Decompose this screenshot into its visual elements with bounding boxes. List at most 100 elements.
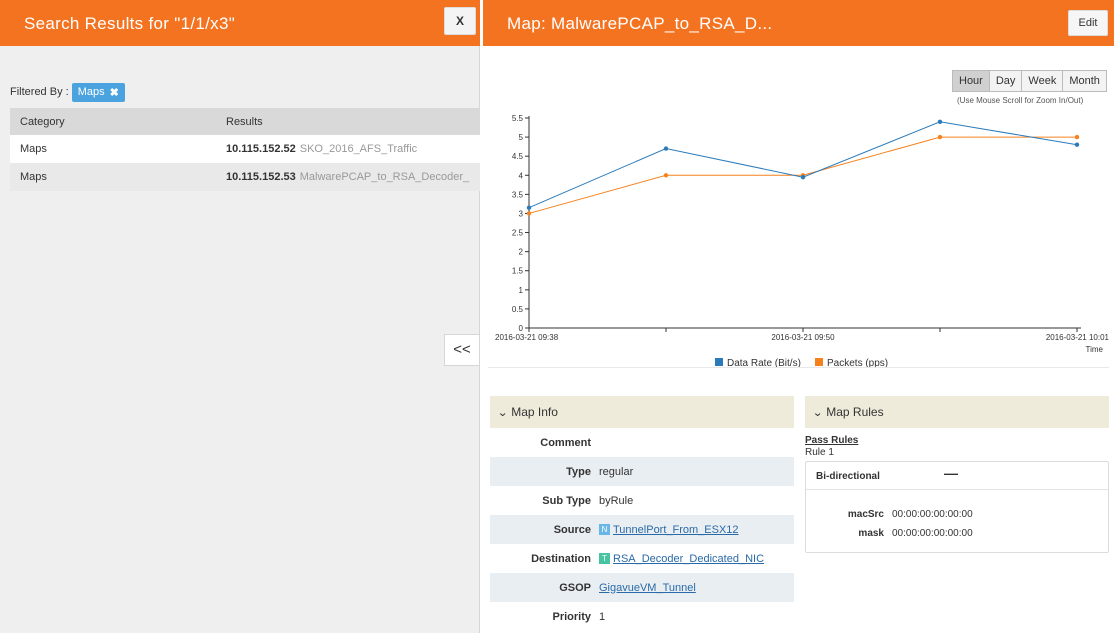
x-tick-label: 2016-03-21 09:50 bbox=[771, 333, 835, 342]
edit-button[interactable]: Edit bbox=[1068, 10, 1108, 36]
info-row-destination: Destination T RSA_Decoder_Dedicated_NIC bbox=[490, 544, 794, 573]
rule-name: Rule 1 bbox=[805, 447, 834, 458]
tool-port-icon: T bbox=[599, 553, 610, 565]
zoom-hint: (Use Mouse Scroll for Zoom In/Out) bbox=[957, 96, 1084, 105]
range-hour-button[interactable]: Hour bbox=[952, 70, 990, 92]
data-point bbox=[1074, 134, 1080, 140]
x-tick-label: 2016-03-21 09:38 bbox=[495, 333, 559, 342]
chart-divider bbox=[488, 367, 1109, 368]
y-tick-label: 3.5 bbox=[512, 190, 524, 199]
search-results-panel: Search Results for "1/1/x3" X Filtered B… bbox=[0, 0, 480, 633]
x-axis-label: Time bbox=[1086, 345, 1104, 354]
map-title: Map: MalwarePCAP_to_RSA_D... bbox=[507, 14, 773, 33]
direction-row: Bi-directional — bbox=[806, 462, 1108, 490]
result-map-name: MalwarePCAP_to_RSA_Decoder_ bbox=[299, 171, 470, 183]
direction-label: Bi-directional bbox=[816, 471, 880, 482]
map-info-header[interactable]: ⌄ Map Info bbox=[490, 396, 794, 428]
gsop-link[interactable]: GigavueVM_Tunnel bbox=[599, 582, 696, 594]
row-result[interactable]: 10.115.152.53 MalwarePCAP_to_RSA_Decoder_ bbox=[226, 171, 480, 183]
info-row-source: Source N TunnelPort_From_ESX12 bbox=[490, 515, 794, 544]
info-value: N TunnelPort_From_ESX12 bbox=[599, 524, 739, 536]
rule-field-value: 00:00:00:00:00:00 bbox=[892, 528, 973, 539]
destination-link[interactable]: RSA_Decoder_Dedicated_NIC bbox=[613, 553, 764, 565]
data-point bbox=[937, 119, 943, 125]
map-details-panel: Map: MalwarePCAP_to_RSA_D... Edit Hour D… bbox=[483, 0, 1114, 633]
info-label: Priority bbox=[552, 610, 591, 623]
row-category: Maps bbox=[20, 143, 47, 155]
info-value: T RSA_Decoder_Dedicated_NIC bbox=[599, 553, 764, 565]
chevron-down-icon: ⌄ bbox=[497, 406, 509, 419]
info-row-type: Type regular bbox=[490, 457, 794, 486]
info-row-gsop: GSOP GigavueVM_Tunnel bbox=[490, 573, 794, 602]
rule-field-key: mask bbox=[858, 528, 884, 539]
traffic-chart[interactable]: 0 0.5 1 1.5 2 2.5 3 3.5 4 4.5 5 5.5 2016-03-21 09:38… bbox=[483, 110, 1114, 372]
info-value: 1 bbox=[599, 610, 606, 623]
filter-label: Filtered By : bbox=[10, 86, 69, 98]
data-point bbox=[1074, 142, 1080, 147]
row-category: Maps bbox=[20, 171, 47, 183]
data-point bbox=[800, 174, 806, 180]
map-rules-title: Map Rules bbox=[826, 405, 884, 419]
rule-field-macsrc: macSrc 00:00:00:00:00:00 bbox=[806, 509, 973, 520]
x-tick-label: 2016-03-21 10:01 bbox=[1046, 333, 1110, 342]
remove-filter-icon[interactable]: ✖ bbox=[110, 86, 119, 99]
map-info-panel: ⌄ Map Info Comment Type regular Sub Type… bbox=[490, 396, 794, 631]
legend-swatch bbox=[715, 358, 723, 366]
row-result[interactable]: 10.115.152.52 SKO_2016_AFS_Traffic bbox=[226, 143, 480, 155]
search-results-header: Search Results for "1/1/x3" X bbox=[0, 0, 480, 46]
info-row-subtype: Sub Type byRule bbox=[490, 486, 794, 515]
range-week-button[interactable]: Week bbox=[1021, 70, 1064, 92]
rule-field-value: 00:00:00:00:00:00 bbox=[892, 509, 973, 520]
column-header-category[interactable]: Category bbox=[10, 116, 226, 128]
series-line-0 bbox=[528, 121, 1078, 209]
search-results-title: Search Results for "1/1/x3" bbox=[24, 14, 236, 33]
map-rules-panel: ⌄ Map Rules Pass Rules Rule 1 Bi-directi… bbox=[805, 396, 1109, 553]
result-ip: 10.115.152.52 bbox=[226, 143, 296, 155]
data-point bbox=[663, 173, 669, 178]
chevron-down-icon: ⌄ bbox=[812, 406, 824, 419]
y-tick-label: 2.5 bbox=[512, 229, 524, 238]
y-tick-label: 4 bbox=[519, 171, 524, 180]
rule-field-key: macSrc bbox=[847, 509, 884, 520]
info-value: byRule bbox=[599, 494, 634, 507]
filter-tag-label: Maps bbox=[77, 86, 105, 98]
info-label: Destination bbox=[531, 552, 591, 565]
results-table: Category Results Maps 10.115.152.52 SKO_2… bbox=[10, 108, 480, 191]
info-label: Comment bbox=[540, 436, 591, 449]
rule-field-mask: mask 00:00:00:00:00:00 bbox=[806, 528, 973, 539]
legend-swatch bbox=[815, 358, 823, 366]
info-value: GigavueVM_Tunnel bbox=[599, 582, 696, 594]
info-label: GSOP bbox=[559, 581, 591, 594]
data-point bbox=[526, 211, 532, 216]
y-tick-label: 5.5 bbox=[512, 114, 524, 123]
y-tick-label: 2 bbox=[519, 248, 524, 257]
column-header-results[interactable]: Results bbox=[226, 116, 480, 128]
filter-tag-maps[interactable]: Maps ✖ bbox=[71, 82, 125, 102]
y-tick-label: 0 bbox=[519, 324, 524, 333]
y-tick-label: 5 bbox=[519, 133, 524, 142]
info-label: Source bbox=[553, 523, 591, 536]
map-rules-header[interactable]: ⌄ Map Rules bbox=[805, 396, 1109, 428]
network-port-icon: N bbox=[599, 524, 610, 536]
collapse-panel-button[interactable]: << bbox=[444, 334, 480, 366]
pass-rules-heading: Pass Rules bbox=[805, 435, 859, 446]
range-month-button[interactable]: Month bbox=[1062, 70, 1107, 92]
close-button[interactable]: X bbox=[444, 7, 476, 35]
info-row-comment: Comment bbox=[490, 428, 794, 457]
result-map-name: SKO_2016_AFS_Traffic bbox=[299, 143, 418, 155]
y-tick-label: 1 bbox=[519, 286, 524, 295]
info-label: Type bbox=[566, 465, 591, 478]
result-ip: 10.115.152.53 bbox=[226, 171, 296, 183]
rule-box: Bi-directional — macSrc 00:00:00:00:00:00… bbox=[805, 461, 1109, 553]
data-point bbox=[526, 205, 532, 210]
info-value: regular bbox=[599, 465, 634, 478]
y-tick-label: 4.5 bbox=[512, 152, 524, 161]
source-link[interactable]: TunnelPort_From_ESX12 bbox=[613, 524, 739, 536]
info-label: Sub Type bbox=[542, 494, 591, 507]
range-day-button[interactable]: Day bbox=[988, 70, 1023, 92]
direction-value: — bbox=[944, 465, 958, 481]
data-point bbox=[663, 146, 669, 151]
table-row[interactable]: Maps 10.115.152.52 SKO_2016_AFS_Traffic bbox=[10, 135, 480, 163]
data-point bbox=[937, 134, 943, 140]
table-row[interactable]: Maps 10.115.152.53 MalwarePCAP_to_RSA_Dec… bbox=[10, 163, 480, 191]
